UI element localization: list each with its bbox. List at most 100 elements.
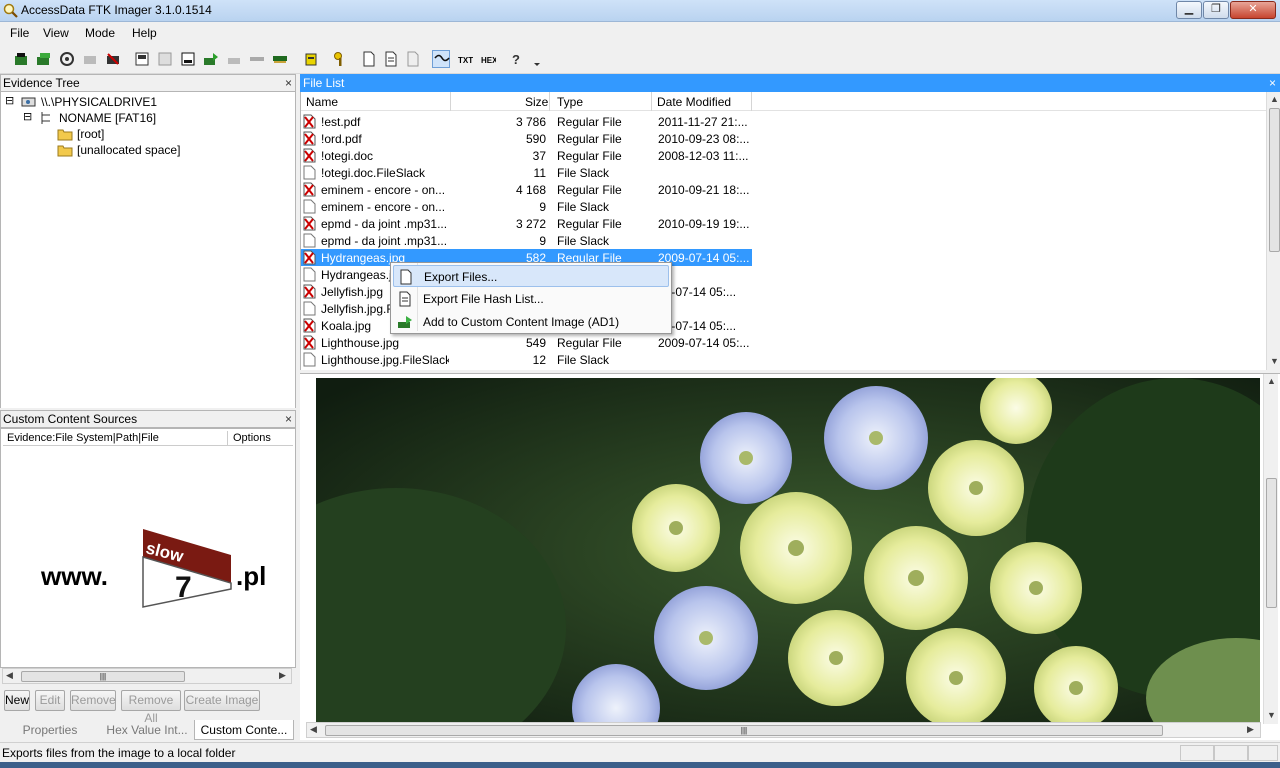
cell-date: 2009-07-14 05:... bbox=[658, 336, 750, 350]
scroll-left-icon[interactable]: ◀ bbox=[310, 724, 317, 735]
decrypt-icon[interactable] bbox=[248, 50, 266, 68]
viewer-vscroll[interactable]: ▲ ▼ bbox=[1263, 374, 1278, 724]
deleted-file-icon bbox=[303, 318, 316, 333]
remove-button[interactable]: Remove bbox=[70, 690, 116, 711]
deleted-file-icon bbox=[303, 335, 316, 350]
table-row[interactable]: epmd - da joint .mp31... 9 File Slack bbox=[301, 232, 751, 249]
custom-content-hscroll[interactable]: ◀ ||| ▶ bbox=[2, 668, 292, 684]
tree-node-root[interactable]: [root] bbox=[57, 126, 287, 142]
ctx-export-hash-list[interactable]: Export File Hash List... bbox=[393, 288, 669, 310]
tree-node-physicaldrive[interactable]: ⊟ \\.\PHYSICALDRIVE1 bbox=[5, 94, 295, 110]
scroll-thumb[interactable]: ||| bbox=[21, 671, 185, 682]
detect-encryption-icon[interactable] bbox=[302, 50, 320, 68]
cell-type: Regular File bbox=[557, 336, 622, 350]
bottom-tab-strip: Properties Hex Value Int... Custom Conte… bbox=[0, 720, 296, 740]
status-panel bbox=[1214, 745, 1248, 761]
col-options[interactable]: Options bbox=[233, 432, 271, 444]
table-row[interactable]: !ord.pdf 590 Regular File 2010-09-23 08:... bbox=[301, 130, 751, 147]
menu-help[interactable]: Help bbox=[132, 26, 157, 40]
export-hash-list-icon[interactable] bbox=[382, 50, 400, 68]
export-directory-listing-icon[interactable] bbox=[404, 50, 422, 68]
cell-type: Regular File bbox=[557, 115, 622, 129]
tree-node-fat16[interactable]: ⊟ NONAME [FAT16] bbox=[23, 110, 293, 126]
scroll-thumb[interactable] bbox=[1266, 478, 1277, 608]
cell-size: 12 bbox=[532, 353, 546, 367]
table-row[interactable]: !est.pdf 3 786 Regular File 2011-11-27 21:.… bbox=[301, 113, 751, 130]
scroll-down-icon[interactable]: ▼ bbox=[1270, 356, 1279, 366]
table-row[interactable]: Lighthouse.jpg 549 Regular File 2009-07-14 … bbox=[301, 334, 751, 351]
scroll-left-icon[interactable]: ◀ bbox=[6, 670, 13, 681]
auto-view-icon[interactable] bbox=[432, 50, 450, 68]
deleted-file-icon bbox=[303, 182, 316, 197]
scroll-down-icon[interactable]: ▼ bbox=[1267, 710, 1276, 720]
menu-view[interactable]: View bbox=[43, 26, 69, 40]
scroll-up-icon[interactable]: ▲ bbox=[1270, 94, 1279, 104]
table-row[interactable]: epmd - da joint .mp31... 3 272 Regular Fil… bbox=[301, 215, 751, 232]
export-disk-image-icon[interactable] bbox=[156, 50, 174, 68]
create-custom-content-image-icon[interactable] bbox=[225, 50, 243, 68]
ctx-export-files[interactable]: Export Files... bbox=[393, 265, 669, 287]
dropdown-arrow-icon[interactable] bbox=[531, 50, 541, 68]
remove-all-button[interactable]: Remove All bbox=[121, 690, 181, 725]
table-row[interactable]: !otegi.doc.FileSlack 11 File Slack bbox=[301, 164, 751, 181]
maximize-button[interactable]: ❐ bbox=[1203, 1, 1229, 19]
scroll-right-icon[interactable]: ▶ bbox=[1247, 724, 1254, 735]
help-icon[interactable]: ? bbox=[508, 50, 526, 68]
table-row[interactable]: eminem - encore - on... 4 168 Regular File… bbox=[301, 181, 751, 198]
scroll-thumb[interactable]: ||| bbox=[325, 725, 1163, 736]
status-panel bbox=[1180, 745, 1214, 761]
col-date-modified[interactable]: Date Modified bbox=[657, 95, 731, 109]
table-row[interactable]: eminem - encore - on... 9 File Slack bbox=[301, 198, 751, 215]
menu-mode[interactable]: Mode bbox=[85, 26, 115, 40]
table-row[interactable]: !otegi.doc 37 Regular File 2008-12-03 11:..… bbox=[301, 147, 751, 164]
create-disk-image-icon[interactable] bbox=[133, 50, 151, 68]
drive-icon bbox=[21, 97, 36, 107]
file-icon bbox=[303, 301, 316, 316]
viewer-hscroll[interactable]: ◀ ||| ▶ bbox=[306, 722, 1261, 738]
collapse-icon[interactable]: ⊟ bbox=[5, 94, 14, 107]
tab-custom-content[interactable]: Custom Conte... bbox=[194, 720, 294, 740]
scroll-right-icon[interactable]: ▶ bbox=[279, 670, 286, 681]
remove-evidence-icon[interactable] bbox=[81, 50, 99, 68]
tree-node-unallocated[interactable]: [unallocated space] bbox=[57, 142, 287, 158]
scroll-thumb[interactable] bbox=[1269, 108, 1280, 252]
table-row[interactable]: Lighthouse.jpg.FileSlack 12 File Slack bbox=[301, 351, 751, 368]
create-image-button[interactable]: Create Image bbox=[184, 690, 260, 711]
edit-button[interactable]: Edit bbox=[35, 690, 65, 711]
export-logical-image-icon[interactable] bbox=[179, 50, 197, 68]
custom-content-close-icon[interactable]: × bbox=[285, 412, 292, 426]
file-list-vscroll[interactable]: ▲ ▼ bbox=[1266, 92, 1280, 370]
export-files-icon bbox=[400, 269, 412, 285]
menu-file[interactable]: File bbox=[10, 26, 29, 40]
add-evidence-icon[interactable] bbox=[12, 50, 30, 68]
status-panel bbox=[1248, 745, 1278, 761]
evidence-tree-close-icon[interactable]: × bbox=[285, 76, 292, 90]
partition-icon bbox=[41, 112, 50, 124]
remove-all-evidence-icon[interactable] bbox=[104, 50, 122, 68]
evidence-tree-title: Evidence Tree bbox=[3, 76, 80, 90]
hex-view-icon[interactable]: HEX bbox=[479, 50, 497, 68]
tab-hex-value-interpreter[interactable]: Hex Value Int... bbox=[100, 720, 194, 740]
cell-date: 2010-09-19 19:... bbox=[658, 217, 750, 231]
new-button[interactable]: New bbox=[4, 690, 30, 711]
col-name[interactable]: Name bbox=[306, 95, 338, 109]
col-size[interactable]: Size bbox=[525, 95, 548, 109]
scroll-up-icon[interactable]: ▲ bbox=[1267, 376, 1276, 386]
tab-properties[interactable]: Properties bbox=[0, 720, 100, 740]
col-type[interactable]: Type bbox=[557, 95, 583, 109]
file-list-close-icon[interactable]: × bbox=[1269, 76, 1276, 90]
add-all-evidence-icon[interactable] bbox=[35, 50, 53, 68]
collapse-icon[interactable]: ⊟ bbox=[23, 110, 32, 123]
capture-memory-icon[interactable] bbox=[271, 50, 289, 68]
col-evidence[interactable]: Evidence:File System|Path|File bbox=[7, 432, 159, 444]
minimize-button[interactable]: ▁ bbox=[1176, 1, 1202, 19]
file-icon bbox=[303, 165, 316, 180]
ctx-add-custom-content[interactable]: Add to Custom Content Image (AD1) bbox=[393, 311, 669, 333]
export-files-icon[interactable] bbox=[360, 50, 378, 68]
close-button[interactable]: ✕ bbox=[1230, 1, 1276, 19]
add-to-custom-content-icon[interactable] bbox=[202, 50, 220, 68]
image-mounting-icon[interactable] bbox=[58, 50, 76, 68]
obtain-protected-files-icon[interactable] bbox=[331, 50, 349, 68]
text-view-icon[interactable]: TXT bbox=[456, 50, 474, 68]
hash-list-icon bbox=[399, 291, 411, 307]
